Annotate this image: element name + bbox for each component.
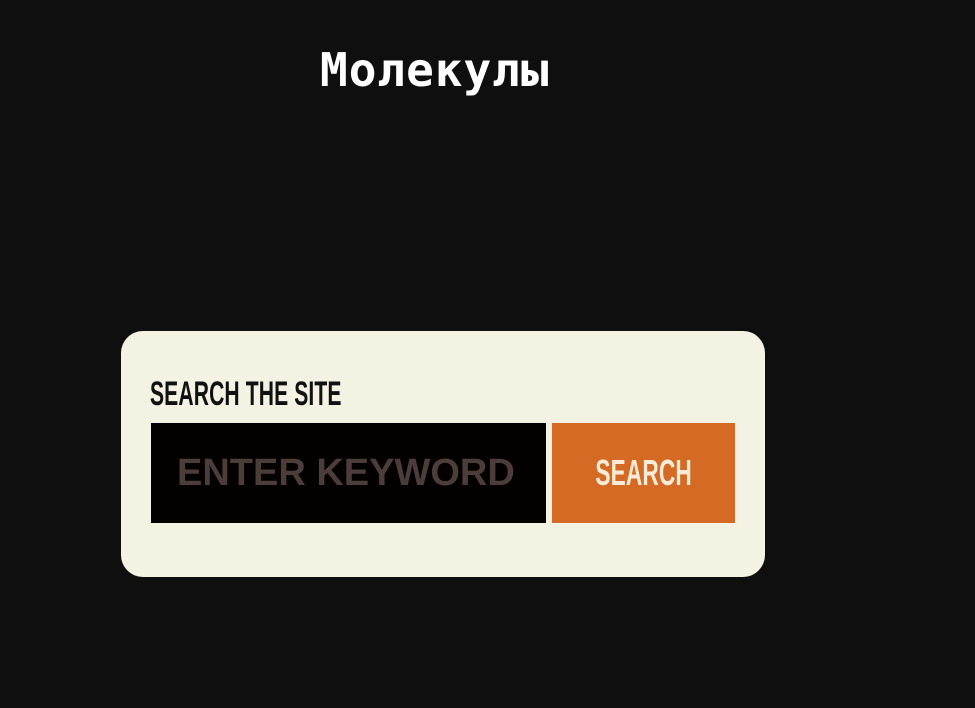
search-input[interactable]: [151, 423, 546, 523]
page-title: Молекулы: [320, 43, 550, 97]
search-card: SEARCH THE SITE SEARCH: [121, 331, 765, 577]
search-button-label: SEARCH: [595, 452, 692, 493]
search-heading: SEARCH THE SITE: [150, 375, 342, 413]
search-button[interactable]: SEARCH: [552, 423, 735, 523]
